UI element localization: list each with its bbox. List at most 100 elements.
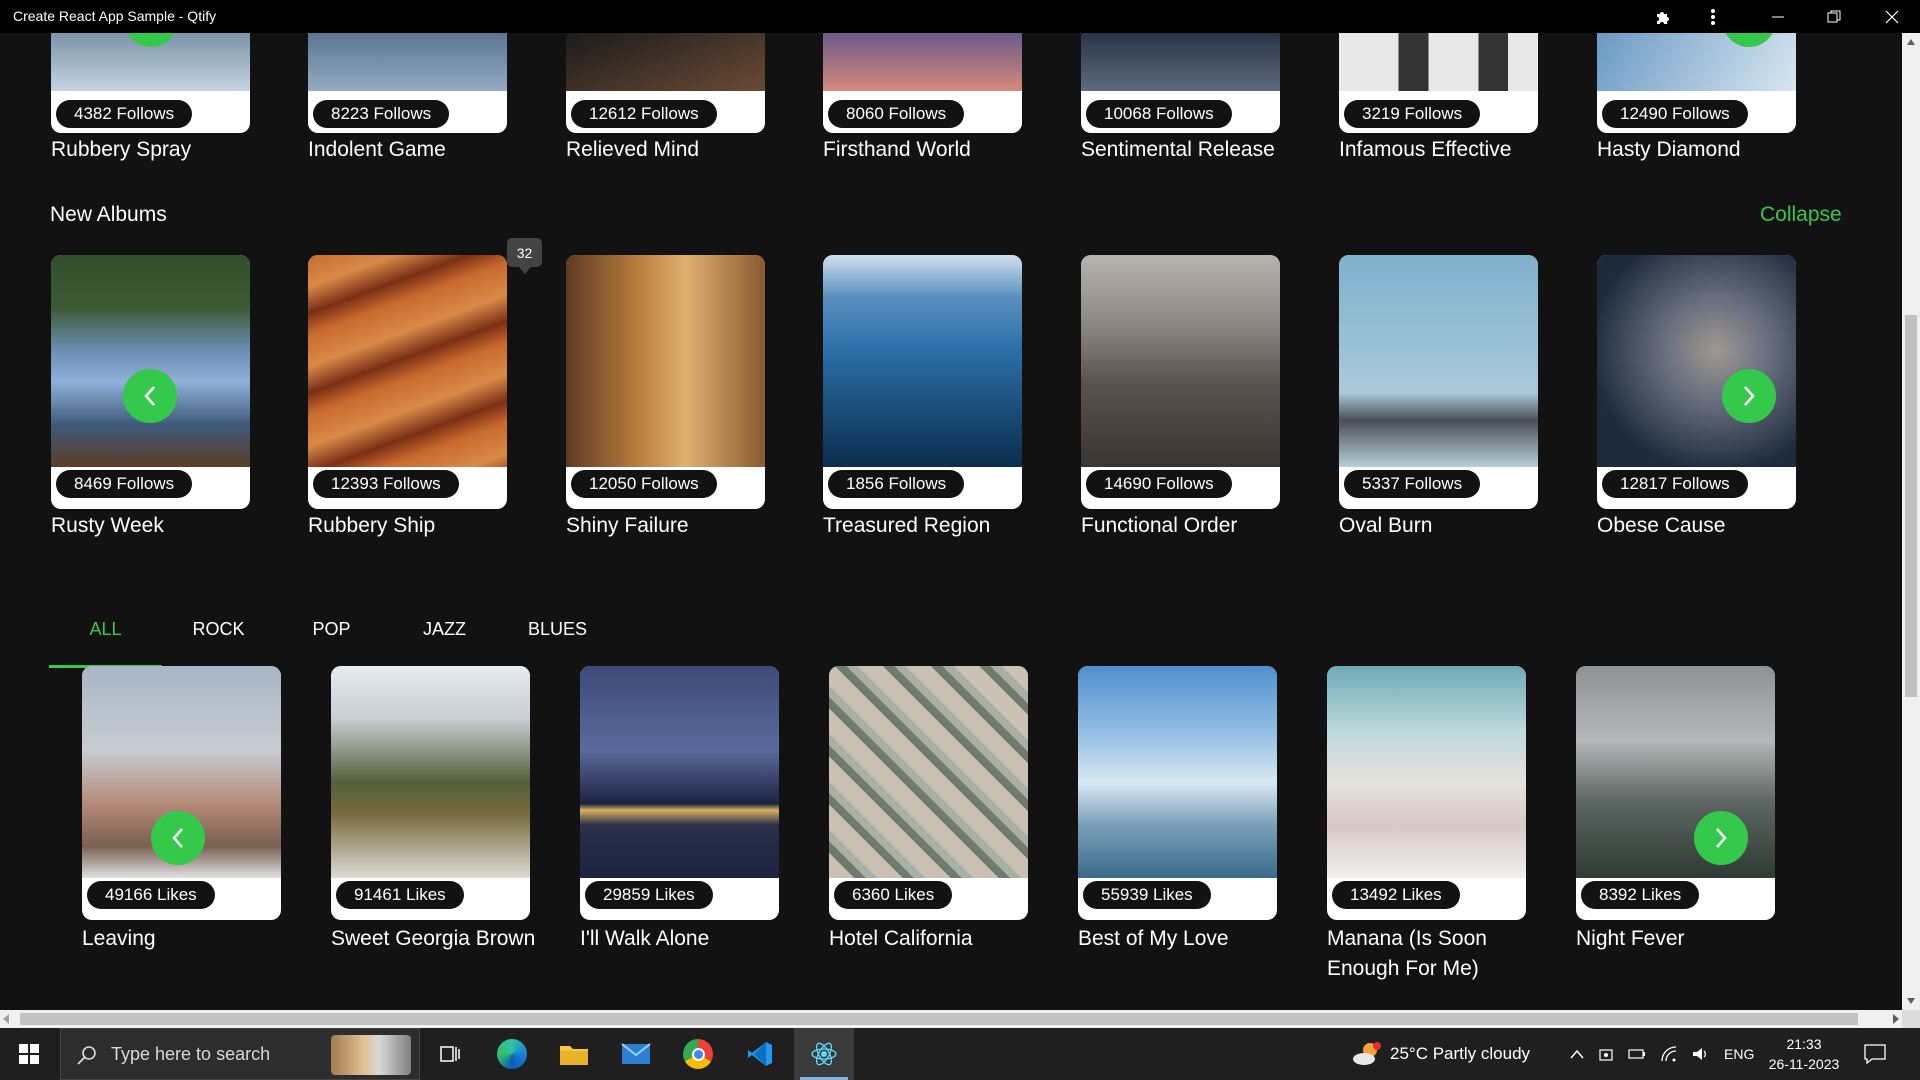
album-card[interactable]: 10068 Follows Sentimental Release bbox=[1081, 33, 1280, 163]
album-card[interactable]: 12393 Follows Rubbery Ship bbox=[308, 255, 507, 539]
tab-rock[interactable]: ROCK bbox=[162, 619, 275, 669]
album-name: Rubbery Spray bbox=[51, 138, 192, 161]
tab-pop[interactable]: POP bbox=[275, 619, 388, 669]
album-card[interactable]: 1856 Follows Treasured Region bbox=[823, 255, 1022, 539]
scroll-up-icon[interactable] bbox=[1902, 33, 1920, 51]
task-view-icon[interactable] bbox=[420, 1028, 480, 1080]
wifi-icon[interactable] bbox=[1660, 1046, 1678, 1062]
album-card[interactable]: 12612 Follows Relieved Mind bbox=[566, 33, 765, 163]
taskbar: Type here to search 25°C Partly cloudy E… bbox=[0, 1028, 1920, 1080]
album-card[interactable]: 14690 Follows Functional Order bbox=[1081, 255, 1280, 539]
carousel-next-button[interactable] bbox=[1722, 369, 1776, 423]
weather-cloud-icon bbox=[1353, 1042, 1381, 1065]
follows-badge: 12612 Follows bbox=[571, 100, 717, 128]
minimize-icon[interactable] bbox=[1750, 0, 1806, 33]
tab-blues[interactable]: BLUES bbox=[501, 619, 614, 669]
album-name: Sentimental Release bbox=[1081, 138, 1275, 161]
clock[interactable]: 21:33 26-11-2023 bbox=[1763, 1034, 1845, 1074]
edge-icon[interactable] bbox=[482, 1028, 542, 1080]
close-icon[interactable] bbox=[1864, 0, 1920, 33]
album-card[interactable]: 3219 Follows Infamous Effective bbox=[1339, 33, 1538, 163]
carousel-prev-button[interactable] bbox=[123, 369, 177, 423]
chevron-left-icon bbox=[144, 386, 155, 406]
album-cover bbox=[823, 255, 1022, 467]
song-card[interactable]: 13492 Likes Manana (Is Soon Enough For M… bbox=[1327, 666, 1526, 984]
song-name: I'll Walk Alone bbox=[580, 927, 710, 950]
extensions-icon[interactable] bbox=[1635, 0, 1691, 33]
window-titlebar: Create React App Sample - Qtify bbox=[0, 0, 1920, 33]
likes-badge: 6360 Likes bbox=[834, 881, 953, 909]
restore-icon[interactable] bbox=[1806, 0, 1862, 33]
file-explorer-icon[interactable] bbox=[544, 1028, 604, 1080]
horizontal-scrollbar[interactable] bbox=[0, 1010, 1902, 1028]
song-cover bbox=[1327, 666, 1526, 878]
clock-time: 21:33 bbox=[1786, 1036, 1822, 1052]
album-name: Functional Order bbox=[1081, 514, 1238, 537]
album-card[interactable]: 5337 Follows Oval Burn bbox=[1339, 255, 1538, 539]
tab-all[interactable]: ALL bbox=[49, 619, 162, 669]
chevron-left-icon bbox=[172, 828, 183, 848]
notifications-button[interactable] bbox=[1864, 1028, 1886, 1080]
window-title: Create React App Sample - Qtify bbox=[13, 8, 217, 24]
album-cover bbox=[51, 255, 250, 467]
likes-badge: 91461 Likes bbox=[336, 881, 464, 909]
vertical-scrollbar[interactable] bbox=[1902, 33, 1920, 1010]
more-options-icon[interactable] bbox=[1685, 0, 1741, 33]
album-name: Oval Burn bbox=[1339, 514, 1433, 537]
album-name: Firsthand World bbox=[823, 138, 971, 161]
song-card[interactable]: 55939 Likes Best of My Love bbox=[1078, 666, 1277, 954]
weather-widget[interactable]: 25°C Partly cloudy bbox=[1352, 1028, 1530, 1080]
carousel-prev-button[interactable] bbox=[151, 811, 205, 865]
album-cover bbox=[1081, 255, 1280, 467]
likes-badge: 8392 Likes bbox=[1581, 881, 1700, 909]
song-card[interactable]: 6360 Likes Hotel California bbox=[829, 666, 1028, 954]
carousel-next-button[interactable] bbox=[1694, 811, 1748, 865]
album-name: Hasty Diamond bbox=[1597, 138, 1741, 161]
follows-badge: 8223 Follows bbox=[313, 100, 450, 128]
album-card[interactable]: 8060 Follows Firsthand World bbox=[823, 33, 1022, 163]
collapse-button[interactable]: Collapse bbox=[1760, 203, 1842, 227]
volume-icon[interactable] bbox=[1692, 1046, 1710, 1062]
song-card[interactable]: 49166 Likes Leaving bbox=[82, 666, 281, 954]
song-card[interactable]: 91461 Likes Sweet Georgia Brown bbox=[331, 666, 535, 954]
tab-jazz[interactable]: JAZZ bbox=[388, 619, 501, 669]
vscode-icon[interactable] bbox=[730, 1028, 790, 1080]
meet-now-icon[interactable] bbox=[1598, 1046, 1614, 1062]
taskbar-search[interactable]: Type here to search bbox=[60, 1028, 420, 1080]
chrome-icon[interactable] bbox=[668, 1028, 728, 1080]
album-cover bbox=[823, 33, 1022, 91]
song-name: Best of My Love bbox=[1078, 927, 1229, 950]
follows-badge: 1856 Follows bbox=[828, 470, 965, 498]
song-name: Manana (Is Soon Enough For Me) bbox=[1327, 927, 1487, 980]
app-content: 4382 Follows Rubbery Spray 8223 Follows … bbox=[0, 33, 1902, 1010]
album-cover bbox=[1597, 255, 1796, 467]
scrollbar-thumb[interactable] bbox=[1905, 315, 1917, 697]
scroll-down-icon[interactable] bbox=[1902, 992, 1920, 1010]
search-placeholder: Type here to search bbox=[111, 1043, 271, 1064]
likes-badge: 13492 Likes bbox=[1332, 881, 1460, 909]
album-name: Obese Cause bbox=[1597, 514, 1726, 537]
tooltip: 32 bbox=[507, 238, 542, 274]
weather-text: 25°C Partly cloudy bbox=[1390, 1044, 1531, 1063]
follows-badge: 10068 Follows bbox=[1086, 100, 1232, 128]
react-app-icon[interactable] bbox=[794, 1028, 854, 1080]
scroll-left-icon[interactable] bbox=[2, 1013, 10, 1025]
scroll-right-icon[interactable] bbox=[1892, 1013, 1900, 1025]
scrollbar-corner bbox=[1902, 1010, 1920, 1028]
album-card[interactable]: 4382 Follows Rubbery Spray bbox=[51, 33, 250, 163]
album-card[interactable]: 12050 Follows Shiny Failure bbox=[566, 255, 765, 539]
follows-badge: 12393 Follows bbox=[313, 470, 459, 498]
start-button[interactable] bbox=[0, 1028, 58, 1080]
album-card[interactable]: 8223 Follows Indolent Game bbox=[308, 33, 507, 163]
album-cover bbox=[566, 33, 765, 91]
battery-icon[interactable] bbox=[1628, 1047, 1646, 1061]
scrollbar-thumb[interactable] bbox=[20, 1013, 1858, 1025]
mail-icon[interactable] bbox=[606, 1028, 666, 1080]
language-indicator[interactable]: ENG bbox=[1724, 1046, 1754, 1062]
chevron-up-icon[interactable] bbox=[1570, 1049, 1584, 1059]
song-card[interactable]: 29859 Likes I'll Walk Alone bbox=[580, 666, 779, 954]
album-cover bbox=[566, 255, 765, 467]
album-name: Rubbery Ship bbox=[308, 514, 436, 537]
album-card[interactable]: 12490 Follows Hasty Diamond bbox=[1597, 33, 1796, 163]
song-card[interactable]: 8392 Likes Night Fever bbox=[1576, 666, 1775, 954]
